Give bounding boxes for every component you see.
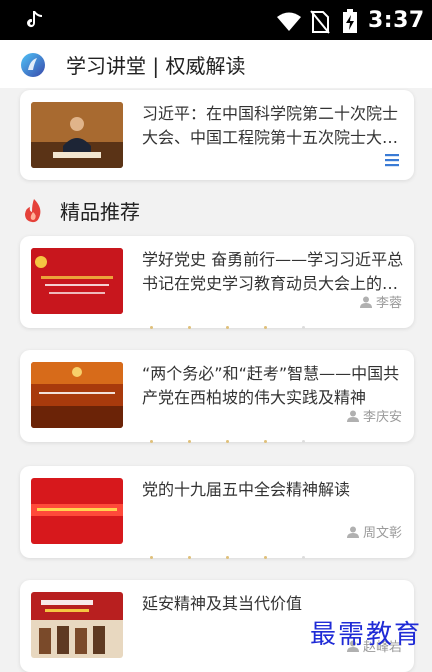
no-sim-icon: [310, 10, 330, 34]
lecture-logo-icon: [21, 53, 45, 77]
article-title: 党的十九届五中全会精神解读: [142, 480, 351, 499]
flame-icon: [25, 199, 41, 223]
picks-section-title: 精品推荐: [60, 200, 140, 224]
article-author: 李庆安: [346, 406, 402, 425]
article-title: 学好党史 奋勇前行——学习习近平总书记在党史学习教育动员大会上的重要讲话: [142, 250, 404, 293]
article-thumbnail: [31, 592, 123, 658]
featured-title: 习近平：在中国科学院第二十次院士大会、中国工程院第十五次院士大会、中国科协第十次…: [142, 104, 399, 147]
article-card[interactable]: 党的十九届五中全会精神解读 周文彰: [20, 466, 414, 560]
loading-dots: [150, 556, 350, 560]
picks-section-header: 精品推荐: [0, 186, 432, 232]
article-author: 周文彰: [346, 522, 402, 541]
author-name: 周文彰: [362, 526, 402, 541]
author-name: 李庆安: [362, 410, 402, 425]
article-thumbnail: [31, 478, 123, 544]
music-note-icon: [27, 11, 42, 28]
article-thumbnail: [31, 362, 123, 428]
list-icon[interactable]: [384, 152, 400, 168]
person-icon: [346, 526, 359, 538]
wifi-icon: [277, 12, 301, 31]
article-card[interactable]: “两个务必”和“赶考”智慧——中国共产党在西柏坡的伟大实践及精神 李庆安: [20, 350, 414, 444]
featured-thumbnail: [31, 102, 123, 168]
lecture-section-title: 学习讲堂 | 权威解读: [66, 54, 246, 78]
featured-article-card[interactable]: 习近平：在中国科学院第二十次院士大会、中国工程院第十五次院士大会、中国科协第十次…: [20, 90, 414, 180]
article-author: 李蓉: [359, 292, 402, 311]
article-card[interactable]: 学好党史 奋勇前行——学习习近平总书记在党史学习教育动员大会上的重要讲话 李蓉: [20, 236, 414, 330]
clock: 3:37: [368, 8, 425, 33]
status-bar: 3:37: [0, 0, 432, 40]
person-icon: [346, 410, 359, 422]
author-name: 李蓉: [375, 296, 402, 311]
article-title: “两个务必”和“赶考”智慧——中国共产党在西柏坡的伟大实践及精神: [142, 364, 400, 407]
watermark: 最需教育: [310, 620, 423, 650]
battery-charging-icon: [343, 9, 357, 33]
lecture-section-header: 学习讲堂 | 权威解读: [0, 40, 432, 88]
loading-dots: [150, 440, 350, 444]
article-title: 延安精神及其当代价值: [142, 594, 303, 613]
loading-dots: [150, 326, 350, 330]
article-thumbnail: [31, 248, 123, 314]
person-icon: [359, 296, 372, 308]
